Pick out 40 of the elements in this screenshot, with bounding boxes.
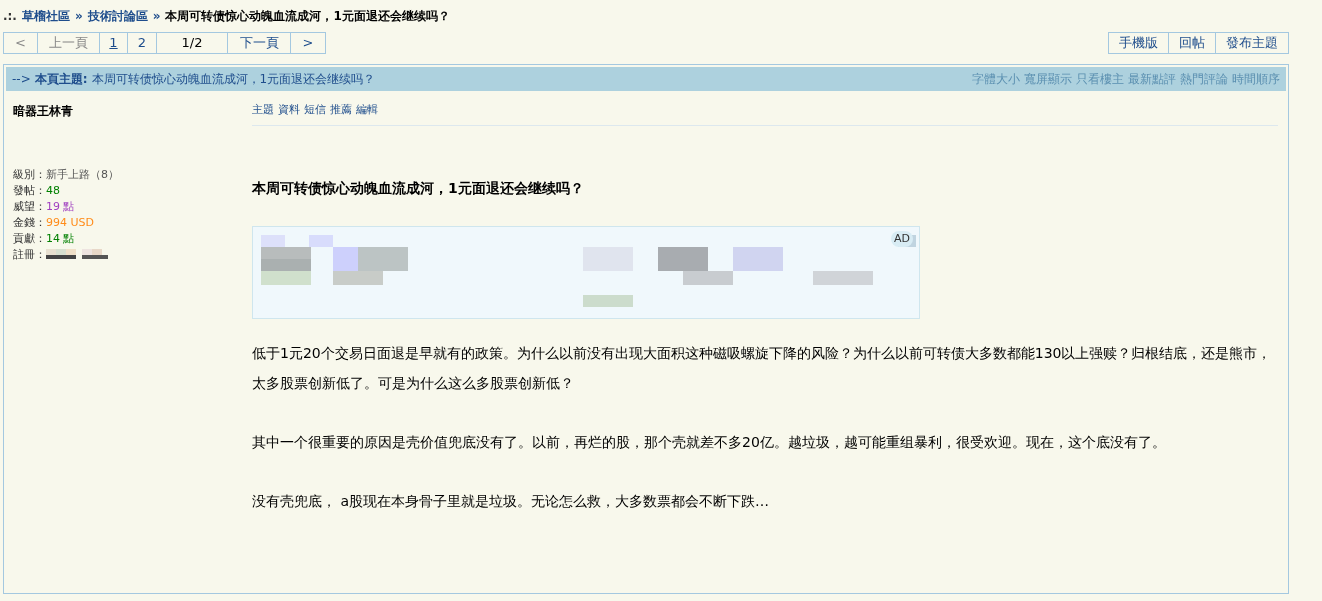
- post-paragraph: 其中一个很重要的原因是壳价值兜底没有了。以前，再烂的股，那个壳就差不多20亿。越垃圾，越可能重组暴利，很受欢迎。现在，这个底没有了。: [252, 432, 1167, 452]
- stat-label: 註冊：: [13, 247, 46, 263]
- page-link[interactable]: 2: [128, 33, 157, 53]
- stat-label: 貢獻：: [13, 231, 46, 247]
- breadcrumb-prefix: .:.: [3, 8, 17, 25]
- post-paragraph: 没有壳兜底， a股现在本身骨子里就是垃圾。无论怎么救，大多数票都会不断下跌…: [252, 491, 771, 511]
- stat-label: 發帖：: [13, 183, 46, 199]
- user-link[interactable]: 推薦: [330, 102, 352, 119]
- post-title: 本周可转债惊心动魄血流成河，1元面退还会继续吗？: [252, 178, 585, 198]
- stat-value: 48: [46, 183, 60, 199]
- action-button[interactable]: 手機版: [1109, 33, 1169, 53]
- ad-badge: AD: [891, 230, 913, 247]
- action-button[interactable]: 發布主題: [1216, 33, 1288, 53]
- stat-value: 994 USD: [46, 215, 94, 231]
- user-link[interactable]: 編輯: [356, 102, 378, 119]
- page-indicator: 1/2: [157, 33, 228, 53]
- pager-link[interactable]: >: [291, 33, 325, 53]
- pager-link[interactable]: 下一頁: [228, 33, 291, 53]
- stat-value: 新手上路（8）: [46, 167, 119, 183]
- stat-value: 19 點: [46, 199, 75, 215]
- user-link[interactable]: 資料: [278, 102, 300, 119]
- post-paragraph: 低于1元20个交易日面退是早就有的政策。为什么以前没有出现大面积这种磁吸螺旋下降的风险？为什么以前可转债大多数都能130以上强赎？归根结底，还是熊市，太多股票创新低了。可是为什么这么多股票创新低？: [252, 343, 1273, 393]
- author-name: 暗器王林青: [13, 103, 74, 120]
- topic-title: 本周可转债惊心动魄血流成河，1元面退还会继续吗？: [91, 71, 376, 88]
- arrow-text: -->: [12, 71, 31, 88]
- stat-value: 14 點: [46, 231, 75, 247]
- breadcrumb-current: 本周可转债惊心动魄血流成河，1元面退还会继续吗？: [165, 8, 450, 25]
- user-link[interactable]: 主題: [252, 102, 274, 119]
- breadcrumb-link[interactable]: 技術討論區: [87, 7, 148, 25]
- stat-label: 級別：: [13, 167, 46, 183]
- topic-label: 本頁主題:: [34, 71, 88, 88]
- stat-label: 金錢：: [13, 215, 46, 231]
- breadcrumb-separator: »: [74, 8, 83, 25]
- pager-button[interactable]: 上一頁: [38, 33, 100, 53]
- action-button[interactable]: 回帖: [1169, 33, 1216, 53]
- page-link[interactable]: 1: [100, 33, 128, 53]
- user-link[interactable]: 短信: [304, 102, 326, 119]
- stat-label: 威望：: [13, 199, 46, 215]
- breadcrumb-link[interactable]: 草榴社區: [21, 7, 70, 25]
- breadcrumb-separator: »: [152, 8, 161, 25]
